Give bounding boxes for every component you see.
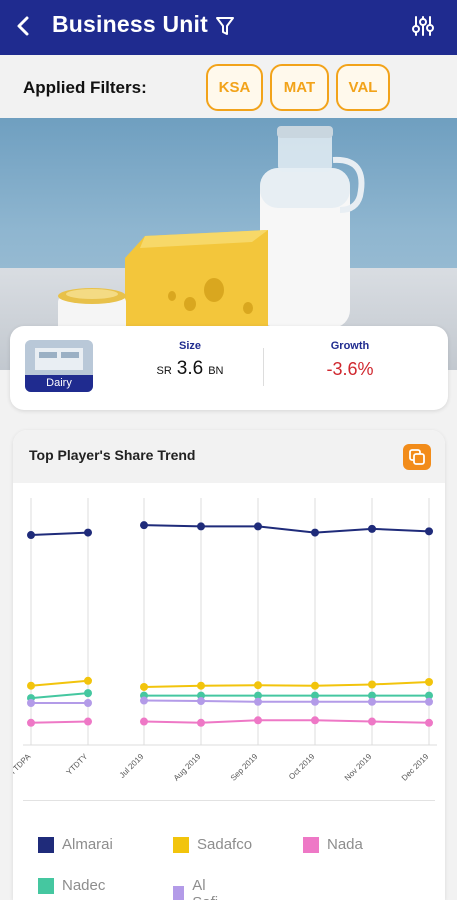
growth-label: Growth [330, 340, 370, 352]
data-point-almarai-1 [84, 528, 92, 537]
category-summary-card: Dairy Size SR 3.6 BN Growth -3.6% [10, 326, 448, 410]
x-tick-label-1: YTDTY [64, 752, 89, 777]
data-point-nada-4 [197, 718, 205, 727]
data-point-al-safi-1 [84, 699, 92, 708]
legend-label-nadec: Nadec [62, 877, 106, 894]
data-point-almarai-0 [27, 531, 35, 540]
size-value: 3.6 [176, 358, 204, 379]
filter-chip-ksa[interactable]: KSA [206, 64, 263, 111]
series-line-nadec-0 [30, 692, 89, 700]
data-point-nada-0 [27, 718, 35, 727]
series-line-nada-0 [30, 720, 89, 724]
copy-icon [409, 449, 425, 465]
series-line-almarai-1 [143, 524, 430, 534]
data-point-nada-3 [140, 717, 148, 726]
data-point-sadafco-5 [254, 681, 262, 690]
size-currency: SR [156, 365, 172, 377]
data-point-nada-8 [425, 718, 433, 727]
x-tick-label-6: Nov 2019 [343, 752, 374, 783]
growth-metric: Growth -3.6% [290, 340, 410, 380]
data-point-sadafco-8 [425, 678, 433, 687]
x-tick-label-7: Dec 2019 [400, 752, 431, 783]
size-metric: Size SR 3.6 BN [130, 340, 250, 380]
back-arrow-icon[interactable] [12, 12, 34, 40]
legend-swatch-nada [303, 836, 319, 853]
app-header: Business Unit [0, 0, 457, 55]
data-point-nadec-1 [84, 689, 92, 698]
data-point-nada-1 [84, 717, 92, 726]
legend-item-al-safi[interactable]: Al Safi [173, 877, 223, 900]
series-line-sadafco-0 [30, 679, 89, 687]
series-line-sadafco-1 [143, 681, 430, 688]
data-point-sadafco-6 [311, 681, 319, 690]
data-point-almarai-6 [311, 528, 319, 537]
size-value-row: SR 3.6 BN [130, 358, 250, 380]
series-line-almarai-0 [30, 531, 89, 537]
legend-label-nada: Nada [327, 836, 363, 853]
data-point-almarai-4 [197, 522, 205, 531]
data-point-al-safi-4 [197, 697, 205, 706]
legend-separator [23, 800, 435, 801]
legend-label-al-safi: Al Safi [192, 877, 218, 900]
category-thumbnail[interactable]: Dairy [25, 340, 93, 392]
data-point-al-safi-7 [368, 697, 376, 706]
metric-divider [263, 348, 264, 386]
applied-filters-label: Applied Filters: [23, 78, 147, 97]
legend-item-nadec[interactable]: Nadec [38, 877, 105, 894]
page-title: Business Unit [52, 11, 208, 37]
app-screen: Business Unit Applied Filters: KSA MAT V… [0, 0, 457, 900]
data-point-almarai-8 [425, 527, 433, 536]
filter-chip-mat[interactable]: MAT [270, 64, 329, 111]
data-point-al-safi-6 [311, 697, 319, 706]
data-point-nada-5 [254, 716, 262, 725]
data-point-al-safi-8 [425, 697, 433, 706]
applied-filters-bar: Applied Filters: KSA MAT VAL [0, 55, 457, 118]
x-tick-label-3: Aug 2019 [172, 752, 203, 783]
chart-title: Top Player's Share Trend [29, 447, 196, 463]
x-tick-label-4: Sep 2019 [229, 752, 260, 783]
legend-swatch-sadafco [173, 836, 189, 853]
legend-item-nada[interactable]: Nada [303, 836, 363, 853]
legend-item-sadafco[interactable]: Sadafco [173, 836, 252, 853]
sliders-icon[interactable] [411, 14, 435, 38]
data-point-sadafco-4 [197, 681, 205, 690]
legend-swatch-nadec [38, 877, 54, 894]
x-tick-label-2: Jul 2019 [118, 752, 146, 780]
data-point-sadafco-0 [27, 681, 35, 690]
data-point-al-safi-5 [254, 697, 262, 706]
data-point-nada-6 [311, 716, 319, 725]
legend-swatch-al-safi [173, 886, 185, 900]
series-line-al-safi-1 [143, 699, 429, 703]
data-point-almarai-7 [368, 524, 376, 533]
data-point-nada-7 [368, 717, 376, 726]
x-tick-label-5: Oct 2019 [287, 752, 317, 782]
data-point-almarai-3 [140, 521, 148, 530]
legend-item-almarai[interactable]: Almarai [38, 836, 113, 853]
x-tick-label-0: YTDPA [13, 752, 33, 777]
series-line-nada-1 [143, 719, 430, 724]
size-label: Size [178, 340, 201, 352]
copy-button[interactable] [403, 444, 431, 470]
size-unit: BN [208, 365, 224, 377]
share-trend-card: Top Player's Share Trend YTDPA YTDTY Jul 2… [13, 430, 445, 900]
data-point-almarai-5 [254, 522, 262, 531]
data-point-al-safi-3 [140, 696, 148, 705]
data-point-al-safi-0 [27, 699, 35, 708]
share-trend-chart: YTDPA YTDTY Jul 2019 Aug 2019 Sep 2019 Oct 20… [13, 498, 437, 783]
share-trend-header: Top Player's Share Trend [13, 430, 445, 483]
filter-icon[interactable] [215, 15, 235, 37]
legend-label-sadafco: Sadafco [197, 836, 253, 853]
data-point-sadafco-3 [140, 682, 148, 691]
legend-label-almarai: Almarai [62, 836, 113, 853]
data-point-sadafco-1 [84, 676, 92, 685]
filter-chip-val[interactable]: VAL [336, 64, 390, 111]
data-point-sadafco-7 [368, 680, 376, 689]
growth-value: -3.6% [326, 359, 374, 379]
legend-swatch-almarai [38, 836, 54, 853]
category-label: Dairy [25, 375, 93, 392]
